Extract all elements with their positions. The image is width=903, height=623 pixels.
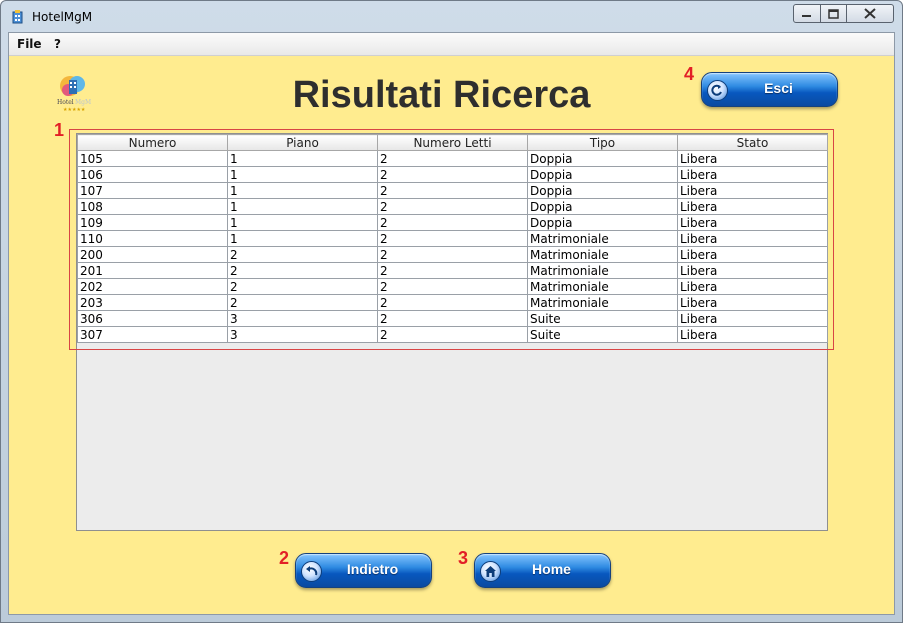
back-button-label: Indietro [346, 561, 399, 577]
annotation-2: 2 [279, 548, 290, 568]
app-window: HotelMgM File ? Hotel MgM ★★★★★ Risultat… [0, 0, 903, 623]
annotation-highlight-box [69, 129, 834, 350]
minimize-button[interactable] [793, 4, 821, 23]
app-icon [12, 10, 23, 24]
annotation-4: 4 [684, 64, 695, 84]
annotation-1: 1 [54, 120, 65, 140]
title-bar[interactable]: HotelMgM [1, 1, 902, 32]
home-button-label: Home [532, 561, 571, 577]
maximize-button[interactable] [820, 4, 847, 23]
window-title: HotelMgM [32, 10, 93, 24]
maximize-icon [828, 8, 839, 19]
client-area: File ? Hotel MgM ★★★★★ Risultati Ricerca… [8, 32, 895, 615]
results-panel: Hotel MgM ★★★★★ Risultati Ricerca 1 2 3 … [9, 56, 894, 614]
menu-help[interactable]: ? [54, 37, 61, 51]
exit-button-label: Esci [764, 80, 793, 96]
home-button[interactable]: Home [474, 553, 611, 588]
annotation-3: 3 [458, 548, 469, 568]
exit-button[interactable]: Esci [701, 72, 838, 107]
menu-file[interactable]: File [17, 37, 42, 51]
menu-bar: File ? [9, 33, 894, 56]
minimize-icon [802, 14, 811, 17]
back-button[interactable]: Indietro [295, 553, 432, 588]
close-button[interactable] [846, 4, 894, 23]
close-icon [864, 8, 876, 19]
